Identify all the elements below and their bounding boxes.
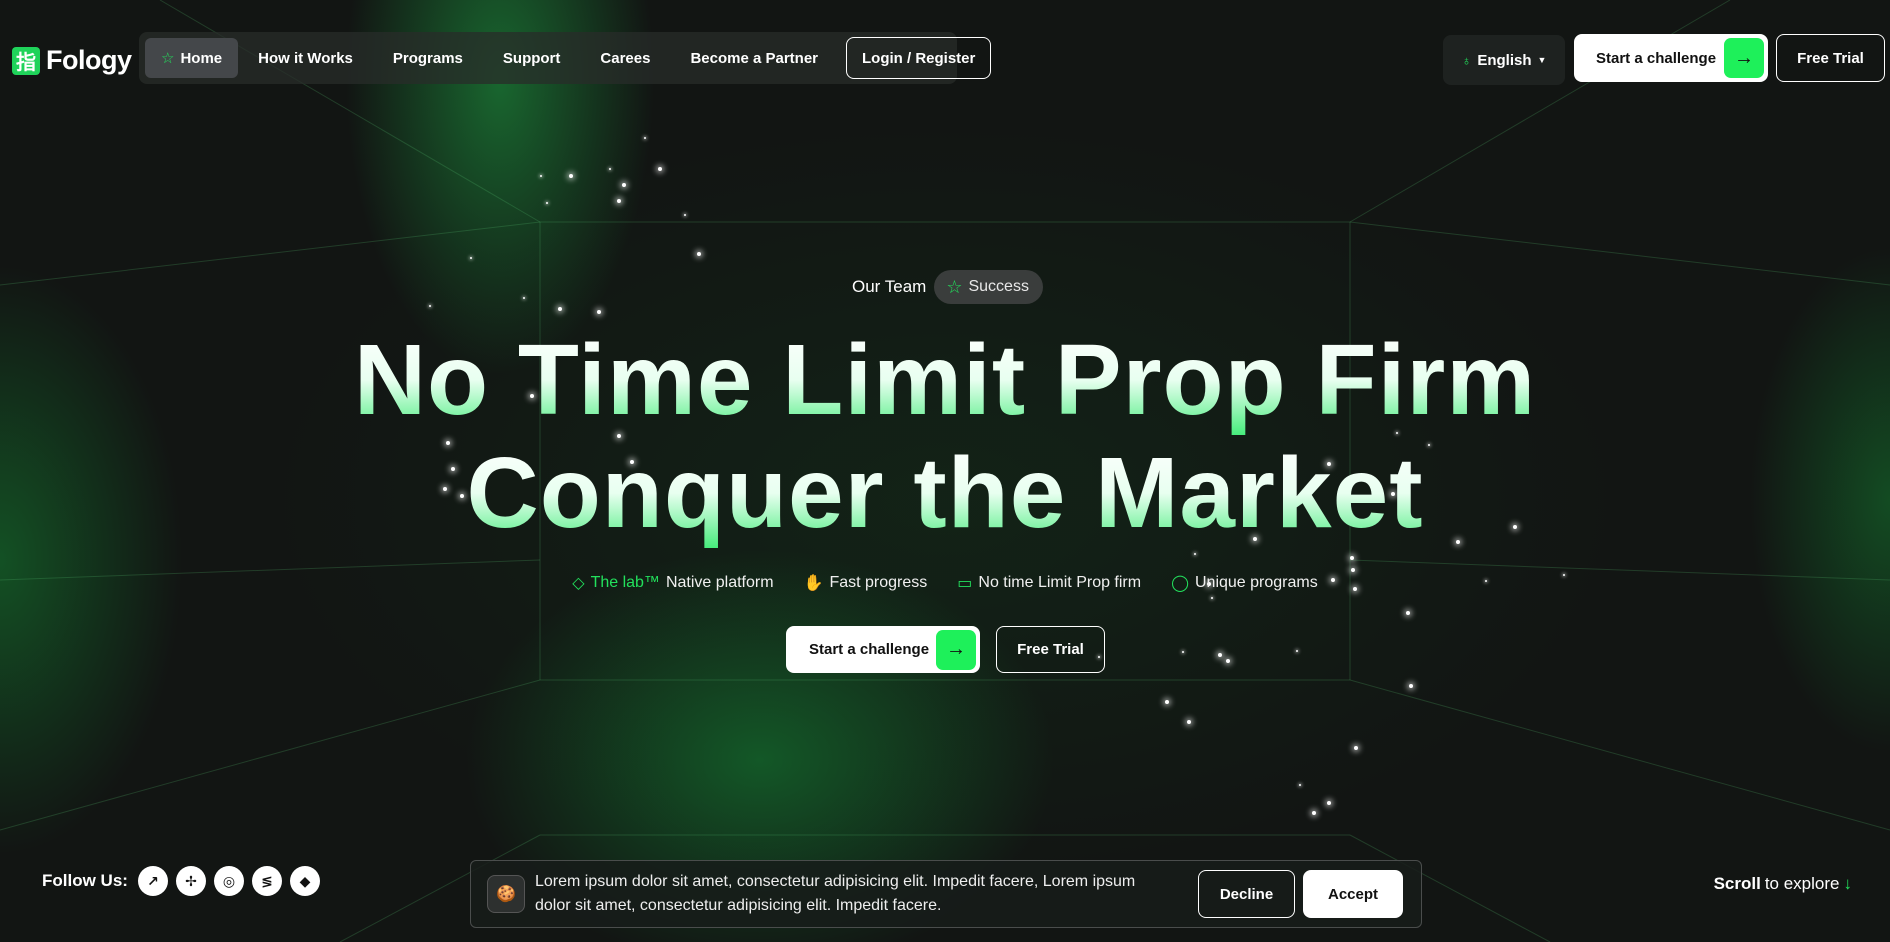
arrow-right-icon: → — [1724, 38, 1764, 78]
feature-item: ◯ Unique programs — [1171, 573, 1318, 593]
scroll-bold: Scroll — [1713, 874, 1761, 893]
eyebrow-text: Our Team — [852, 277, 927, 296]
start-challenge-label: Start a challenge — [809, 641, 930, 658]
hero-start-challenge-button[interactable]: Start a challenge → — [786, 626, 980, 673]
feature-item: ✋ Fast progress — [804, 573, 928, 593]
circle-icon: ◯ — [1171, 575, 1189, 592]
nav-item-careers[interactable]: Carees — [580, 38, 670, 78]
hero-eyebrow: Our Team ☆ Success — [852, 270, 1043, 304]
social-icon-5[interactable]: ◆ — [289, 866, 320, 896]
nav-item-label: Home — [180, 49, 223, 67]
header-start-challenge-button[interactable]: Start a challenge → — [1574, 34, 1768, 82]
feature-item: ▭ No time Limit Prop firm — [957, 573, 1141, 593]
social-icon-1[interactable]: ↗ — [137, 866, 168, 896]
nav-item-label: Programs — [392, 49, 463, 67]
follow-us: Follow Us: ↗ ✢ ◎ ≶ ◆ — [42, 866, 320, 896]
nav-item-label: Support — [502, 49, 561, 67]
cookie-banner: 🍪 Lorem ipsum dolor sit amet, consectetu… — [470, 860, 1422, 928]
nav-item-home[interactable]: ☆ Home — [145, 38, 239, 78]
feature-text: Fast progress — [829, 574, 928, 591]
brand-logo[interactable]: 指 Fology — [12, 45, 132, 76]
diamond-icon: ◇ — [572, 575, 585, 592]
feature-highlight: The lab™ — [590, 574, 660, 591]
feature-text: Native platform — [665, 574, 774, 591]
nav-item-label: How it Works — [258, 49, 353, 67]
follow-label: Follow Us: — [42, 871, 128, 890]
feature-text: No time Limit Prop firm — [978, 574, 1142, 591]
nav-item-programs[interactable]: Programs — [373, 38, 483, 78]
hero-headline-line-1: No Time Limit Prop Firm — [0, 324, 1890, 436]
login-register-button[interactable]: Login / Register — [846, 37, 992, 79]
feature-item: ◇ The lab™ Native platform — [572, 573, 773, 593]
cookie-icon: 🍪 — [487, 875, 525, 913]
brand-name: Fology — [46, 45, 132, 75]
cookie-text: Lorem ipsum dolor sit amet, consectetur … — [535, 873, 1136, 914]
globe-icon: ♁ — [1461, 52, 1472, 68]
nav-item-label: Carees — [600, 49, 651, 67]
language-label: English — [1477, 51, 1532, 69]
social-icon-3[interactable]: ◎ — [213, 866, 244, 896]
chevron-down-icon: ▼ — [1537, 55, 1547, 65]
pill-label: Success — [968, 278, 1029, 295]
nav-item-label: Become a Partner — [690, 49, 819, 67]
hand-icon: ✋ — [803, 575, 824, 592]
header-free-trial-button[interactable]: Free Trial — [1776, 34, 1885, 82]
language-selector[interactable]: ♁ English ▼ — [1443, 35, 1565, 85]
accept-button[interactable]: Accept — [1303, 870, 1403, 918]
star-icon: ☆ — [161, 50, 175, 67]
nav-item-how-it-works[interactable]: How it Works — [238, 38, 373, 78]
scroll-hint[interactable]: Scroll to explore ↓ — [1714, 874, 1852, 894]
arrow-right-icon: → — [936, 629, 976, 670]
nav-item-support[interactable]: Support — [483, 38, 581, 78]
arrow-down-icon: ↓ — [1843, 874, 1853, 893]
social-icon-2[interactable]: ✢ — [175, 866, 206, 896]
social-icon-4[interactable]: ≶ — [251, 866, 282, 896]
chat-icon: ▭ — [957, 575, 973, 592]
nav-item-become-partner[interactable]: Become a Partner — [670, 38, 838, 78]
logo-mark-icon: 指 — [12, 46, 40, 75]
hero-free-trial-button[interactable]: Free Trial — [996, 626, 1105, 673]
scroll-rest: to explore — [1764, 874, 1840, 893]
decline-button[interactable]: Decline — [1198, 870, 1295, 918]
hero-headline-line-2: Conquer the Market — [0, 437, 1890, 549]
feature-list: ◇ The lab™ Native platform ✋ Fast progre… — [0, 573, 1890, 593]
start-challenge-label: Start a challenge — [1596, 49, 1717, 67]
star-icon: ☆ — [946, 276, 963, 297]
main-nav: ☆ Home How it Works Programs Support Car… — [139, 32, 992, 84]
success-pill: ☆ Success — [934, 270, 1043, 304]
feature-text: Unique programs — [1195, 574, 1318, 591]
